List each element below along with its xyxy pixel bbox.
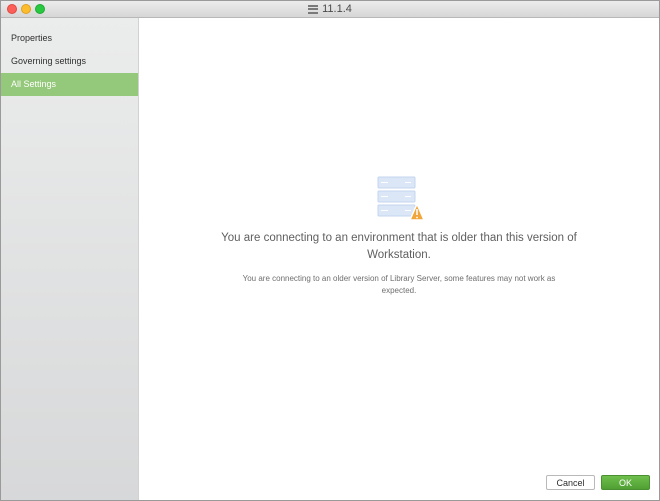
message-title: You are connecting to an environment tha… [221, 232, 577, 261]
server-warning-icon [377, 176, 425, 221]
list-icon [308, 4, 319, 14]
app-window: 11.1.4 Properties Governing settings All… [0, 0, 660, 501]
sidebar-item-all-settings[interactable]: All Settings [1, 73, 138, 96]
window-title: 11.1.4 [322, 3, 352, 15]
window-title-group: 11.1.4 [1, 1, 659, 17]
ok-button[interactable]: OK [601, 475, 650, 490]
sidebar: Properties Governing settings All Settin… [1, 18, 139, 500]
sidebar-item-properties[interactable]: Properties [1, 27, 138, 50]
main-content: You are connecting to an environment tha… [139, 18, 659, 500]
message-subtitle: You are connecting to an older version o… [242, 274, 556, 295]
sidebar-item-governing-settings[interactable]: Governing settings [1, 50, 138, 73]
cancel-button[interactable]: Cancel [546, 475, 595, 490]
title-bar[interactable]: 11.1.4 [1, 1, 659, 18]
